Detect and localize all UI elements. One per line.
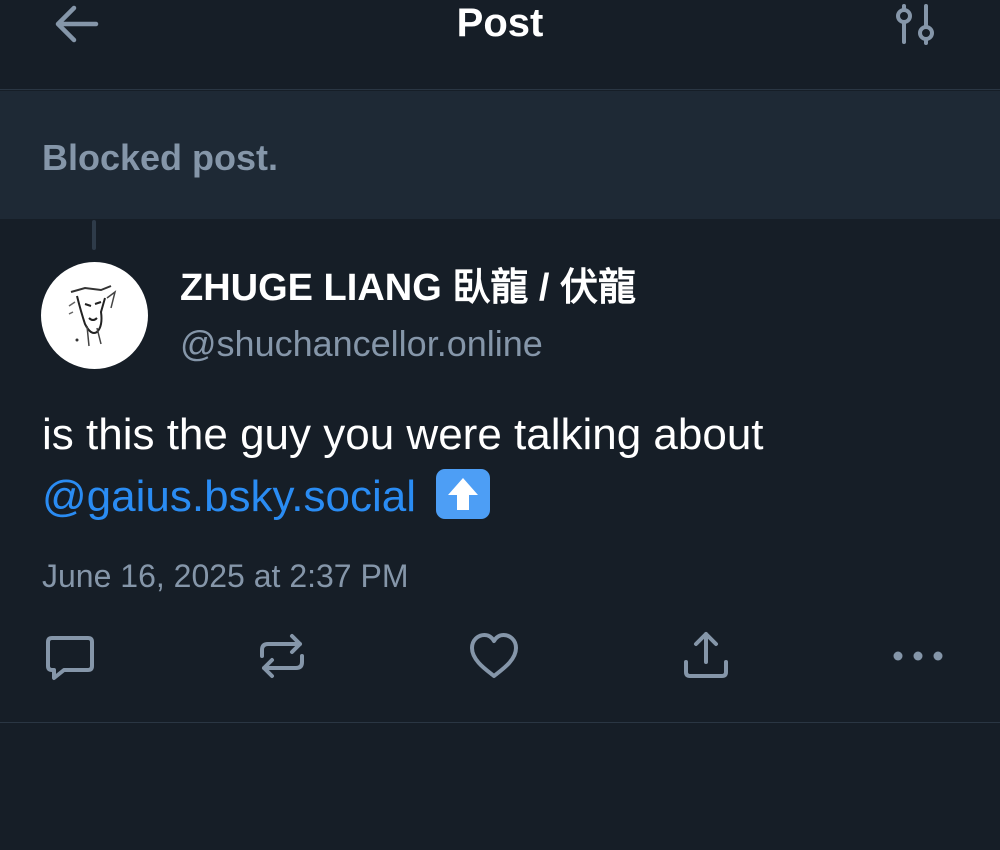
page-title: Post	[456, 1, 544, 45]
mention-link[interactable]: @gaius.bsky.social	[42, 472, 416, 521]
up-arrow-emoji-icon	[436, 469, 491, 519]
like-button[interactable]	[466, 628, 522, 684]
more-icon	[893, 651, 943, 661]
arrow-left-icon	[55, 5, 99, 43]
heart-icon	[470, 633, 518, 678]
post-text: is this the guy you were talking about	[42, 410, 764, 459]
avatar-sketch-image	[68, 285, 117, 347]
top-bar: Post	[0, 0, 1000, 90]
repost-button[interactable]	[254, 628, 310, 684]
post-divider	[0, 722, 1000, 723]
share-button[interactable]	[678, 628, 734, 684]
sliders-icon	[896, 4, 934, 45]
post-body: is this the guy you were talking about @…	[42, 404, 972, 528]
post-screen: Post Blocked post. ZHUGE LIANG 臥龍 / 伏龍 @…	[0, 0, 1000, 850]
post-timestamp: June 16, 2025 at 2:37 PM	[42, 558, 409, 594]
reply-button[interactable]	[42, 628, 98, 684]
blocked-post-label: Blocked post.	[42, 137, 279, 178]
author-handle[interactable]: @shuchancellor.online	[180, 322, 543, 366]
avatar[interactable]	[41, 262, 148, 369]
back-button[interactable]	[50, 2, 102, 46]
comment-icon	[46, 636, 94, 680]
author-display-name[interactable]: ZHUGE LIANG 臥龍 / 伏龍	[180, 264, 636, 312]
more-options-button[interactable]	[890, 628, 946, 684]
thread-connector-line	[92, 220, 96, 250]
share-icon	[684, 632, 728, 678]
thread-settings-button[interactable]	[890, 2, 942, 48]
repost-icon	[260, 634, 304, 678]
